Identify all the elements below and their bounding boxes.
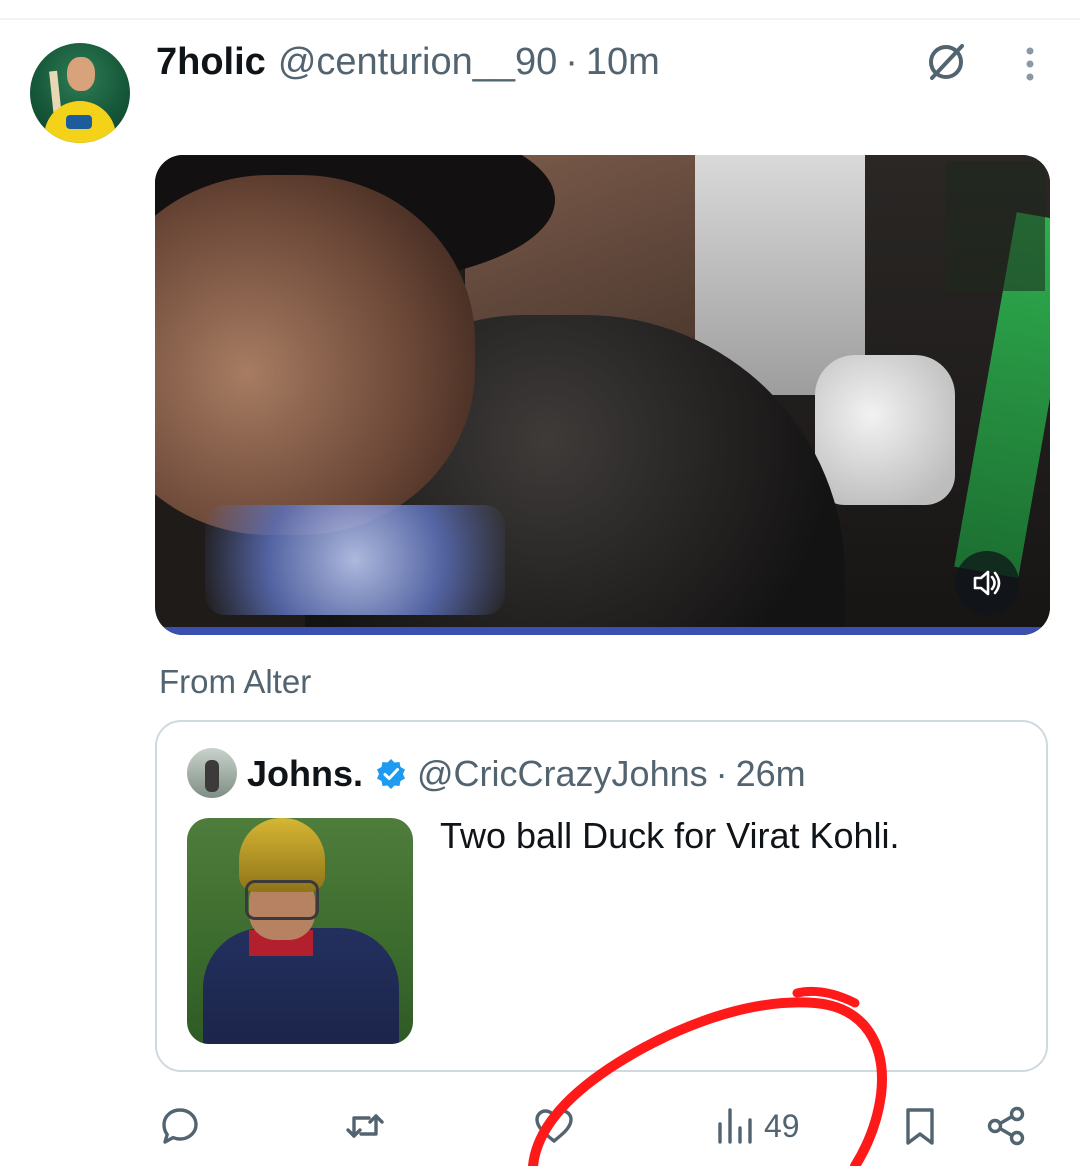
avatar-sponsor xyxy=(66,115,92,129)
video-stream-banner xyxy=(155,627,1050,635)
more-options-icon[interactable] xyxy=(1016,44,1044,84)
tweet-video[interactable] xyxy=(155,155,1050,635)
quoted-tweet-text: Two ball Duck for Virat Kohli. xyxy=(440,815,900,856)
quoted-header-separator: · xyxy=(715,753,728,794)
author-avatar[interactable] xyxy=(30,43,130,143)
image-helmet-grille xyxy=(245,880,319,920)
header-separator: · xyxy=(565,41,578,83)
bookmark-button[interactable] xyxy=(898,1094,942,1158)
mute-button[interactable] xyxy=(955,551,1019,615)
views-count: 49 xyxy=(764,1107,800,1144)
quoted-author-name: Johns. xyxy=(247,753,364,794)
retweet-icon xyxy=(346,1114,384,1138)
like-button[interactable] xyxy=(532,1094,576,1158)
quoted-tweet-time: 26m xyxy=(735,753,806,794)
quoted-tweet-card[interactable]: Johns. @CricCrazyJohns · 26m Two ball Du… xyxy=(155,720,1048,1072)
quoted-tweet-image[interactable] xyxy=(187,818,413,1044)
quoted-author-handle: @CricCrazyJohns xyxy=(417,753,708,794)
share-button[interactable] xyxy=(984,1094,1028,1158)
comment-icon xyxy=(162,1108,198,1144)
views-button[interactable]: 49 xyxy=(714,1094,800,1158)
video-jug xyxy=(815,355,955,505)
author-name[interactable]: 7holic xyxy=(156,36,266,88)
tweet-header: 7holic @centurion__90 · 10m xyxy=(156,36,660,88)
video-shirt-print xyxy=(205,505,505,615)
verified-badge-icon xyxy=(377,759,406,789)
tweet-action-bar: 49 xyxy=(0,1094,1080,1158)
video-person-face xyxy=(155,175,475,535)
grok-icon[interactable] xyxy=(922,38,970,86)
speaker-icon xyxy=(973,570,1001,596)
video-source-label[interactable]: From Alter xyxy=(159,660,311,704)
tweet-time[interactable]: 10m xyxy=(586,36,660,88)
retweet-button[interactable] xyxy=(343,1094,387,1158)
share-icon xyxy=(987,1106,1025,1146)
bookmark-icon xyxy=(906,1108,934,1145)
author-handle[interactable]: @centurion__90 xyxy=(278,36,557,88)
avatar-face xyxy=(67,57,95,91)
quoted-avatar-figure xyxy=(205,760,219,792)
bar-chart-icon xyxy=(718,1108,752,1144)
heart-icon xyxy=(535,1109,573,1143)
video-chat-overlay xyxy=(945,161,1045,291)
quoted-tweet-header: Johns. @CricCrazyJohns · 26m xyxy=(247,748,806,800)
quoted-author-avatar xyxy=(187,748,237,798)
reply-button[interactable] xyxy=(158,1094,202,1158)
top-divider xyxy=(0,18,1080,20)
